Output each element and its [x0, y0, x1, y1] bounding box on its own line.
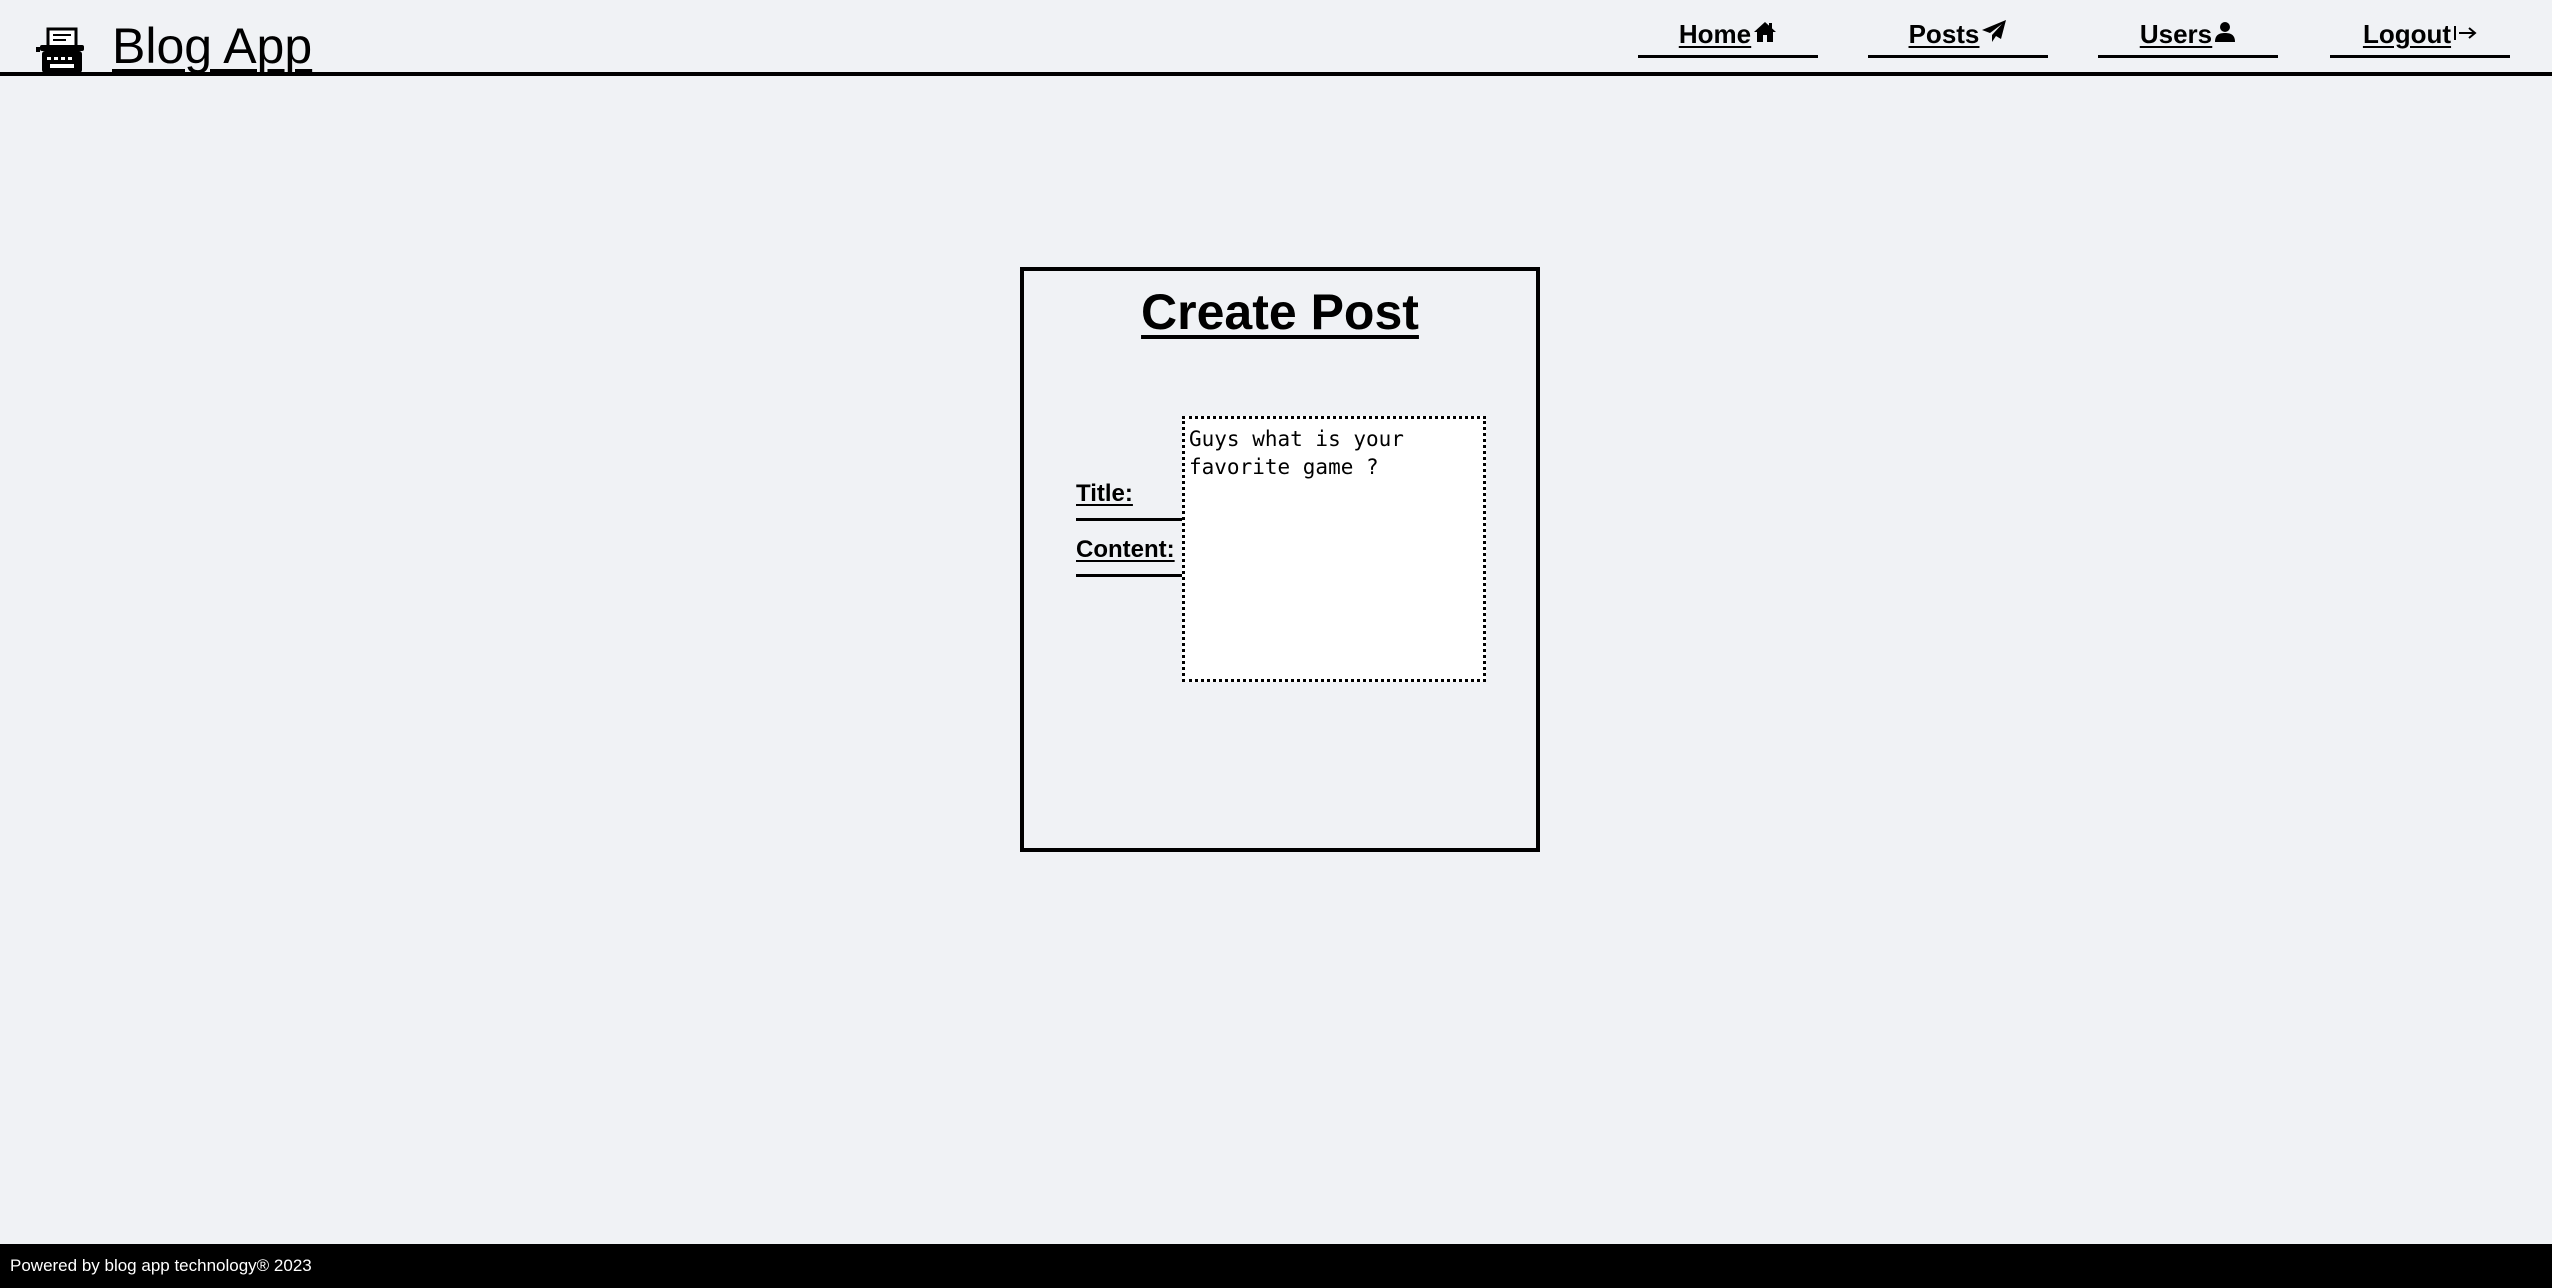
user-icon [2212, 19, 2236, 50]
nav-logout-label: Logout [2362, 19, 2452, 49]
app-title[interactable]: Blog App [112, 16, 312, 76]
nav-logout-link[interactable]: Logout [2330, 14, 2510, 58]
create-post-form: Create Post Title: Content: Guys what is… [1020, 267, 1540, 852]
nav-posts-link[interactable]: Posts [1868, 14, 2048, 58]
content-textarea[interactable]: Guys what is your favorite game ? [1182, 416, 1486, 682]
nav-posts-label: Posts [1908, 19, 1980, 49]
title-label: Title: [1076, 477, 1182, 521]
nav-users-label: Users [2139, 19, 2213, 49]
typewriter-icon [36, 23, 88, 75]
top-header: Blog App Home Posts Users Logout [0, 0, 2552, 76]
home-icon [1751, 19, 1777, 50]
footer: Powered by blog app technology® 2023 [0, 1244, 2552, 1288]
nav-users-link[interactable]: Users [2098, 14, 2278, 58]
nav-home-link[interactable]: Home [1638, 14, 1818, 58]
nav-home-label: Home [1678, 19, 1752, 49]
logout-arrow-icon [2451, 19, 2477, 50]
content-label: Content: [1076, 533, 1182, 577]
form-heading: Create Post [1141, 284, 1419, 340]
paper-plane-icon [1979, 19, 2007, 50]
brand[interactable]: Blog App [36, 18, 312, 76]
